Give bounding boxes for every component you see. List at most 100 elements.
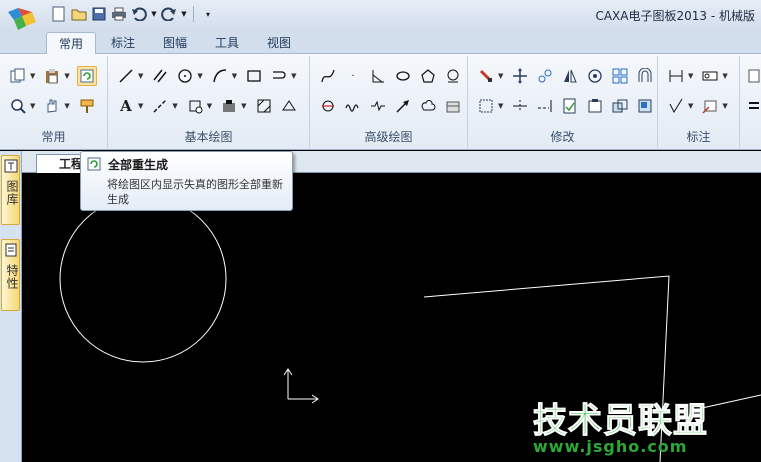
ellipse-icon[interactable] <box>393 66 413 86</box>
angle-line-icon[interactable] <box>368 66 388 86</box>
open-folder-icon[interactable] <box>70 5 88 23</box>
chevron-down-icon[interactable]: ▼ <box>207 102 212 110</box>
pan-icon[interactable] <box>42 96 62 116</box>
watermark-url: www.jsgho.com <box>533 437 688 456</box>
zoom-icon[interactable] <box>8 96 28 116</box>
offset-icon[interactable] <box>635 66 655 86</box>
polyline-icon[interactable] <box>269 66 289 86</box>
break-line-icon[interactable] <box>368 96 388 116</box>
hole-axis-icon[interactable] <box>443 66 463 86</box>
dock-properties-button[interactable]: 特性 <box>1 239 20 311</box>
text-icon[interactable]: A <box>116 96 136 116</box>
chevron-down-icon[interactable]: ▼ <box>64 72 69 80</box>
hatch-icon[interactable] <box>254 96 274 116</box>
chevron-down-icon[interactable]: ▼ <box>688 72 693 80</box>
redo-dropdown-icon[interactable]: ▼ <box>180 5 188 23</box>
chevron-down-icon[interactable]: ▼ <box>138 72 143 80</box>
tolerance-icon[interactable] <box>700 66 720 86</box>
rectangle-icon[interactable] <box>244 66 264 86</box>
save-icon[interactable] <box>90 5 108 23</box>
copy-select-icon[interactable] <box>535 66 555 86</box>
arrow-icon[interactable] <box>393 96 413 116</box>
watermark-title: 技术员联盟 <box>533 401 708 442</box>
fillet-icon[interactable] <box>610 96 630 116</box>
line-icon[interactable] <box>116 66 136 86</box>
new-file-icon[interactable] <box>50 5 68 23</box>
tab-frame[interactable]: 图幅 <box>152 32 198 54</box>
ribbon-more-icon[interactable] <box>744 66 761 86</box>
parallel-line-icon[interactable] <box>150 66 170 86</box>
undo-dropdown-icon[interactable]: ▼ <box>150 5 158 23</box>
format-painter-icon[interactable] <box>77 96 97 116</box>
chevron-down-icon[interactable]: ▼ <box>688 102 693 110</box>
roughness-icon[interactable] <box>666 96 686 116</box>
rotate-icon[interactable] <box>585 66 605 86</box>
left-dock: 图库 特性 <box>0 151 22 462</box>
mirror-icon[interactable] <box>560 66 580 86</box>
arc-icon[interactable] <box>210 66 230 86</box>
chevron-down-icon[interactable]: ▼ <box>197 72 202 80</box>
chevron-down-icon[interactable]: ▼ <box>172 102 177 110</box>
chevron-down-icon[interactable]: ▼ <box>64 102 69 110</box>
undo-icon[interactable] <box>130 5 148 23</box>
move-icon[interactable] <box>510 66 530 86</box>
group-label-dimension: 标注 <box>686 130 711 144</box>
redo-icon[interactable] <box>160 5 178 23</box>
dock-library-label: 图库 <box>5 180 19 206</box>
chevron-down-icon[interactable]: ▼ <box>291 72 296 80</box>
chevron-down-icon[interactable]: ▼ <box>722 72 727 80</box>
regenerate-all-icon[interactable] <box>76 66 97 86</box>
print-icon[interactable] <box>110 5 128 23</box>
circle-icon[interactable] <box>175 66 195 86</box>
block-icon[interactable] <box>185 96 205 116</box>
trim-icon[interactable] <box>510 96 530 116</box>
spline-icon[interactable] <box>318 66 338 86</box>
tab-dimension[interactable]: 标注 <box>100 32 146 54</box>
tab-view[interactable]: 视图 <box>256 32 302 54</box>
chevron-down-icon[interactable]: ▼ <box>722 102 727 110</box>
polygon-icon[interactable] <box>418 66 438 86</box>
dock-library-button[interactable]: 图库 <box>1 155 20 225</box>
chevron-down-icon[interactable]: ▼ <box>30 72 35 80</box>
break-icon[interactable] <box>560 96 580 116</box>
group-overflow <box>740 56 761 148</box>
point-icon[interactable]: · <box>343 66 363 86</box>
customize-qat-icon[interactable]: ▾ <box>199 5 217 23</box>
wave-line-icon[interactable] <box>343 96 363 116</box>
group-label-modify: 修改 <box>550 130 575 144</box>
chamfer-icon[interactable] <box>585 96 605 116</box>
contour-icon[interactable] <box>318 96 338 116</box>
menu-lines-icon[interactable] <box>744 96 761 116</box>
chevron-down-icon[interactable]: ▼ <box>241 102 246 110</box>
group-label-basic-draw: 基本绘图 <box>184 130 233 144</box>
chevron-down-icon[interactable]: ▼ <box>138 102 143 110</box>
leader-note-icon[interactable] <box>700 96 720 116</box>
extend-icon[interactable] <box>535 96 555 116</box>
divider <box>193 6 194 22</box>
table-icon[interactable] <box>443 96 463 116</box>
tooltip-title: 全部重生成 <box>108 158 169 172</box>
chevron-down-icon[interactable]: ▼ <box>498 72 503 80</box>
ucs-icon <box>283 368 319 404</box>
stretch-icon[interactable] <box>476 96 496 116</box>
command-tooltip: 全部重生成 将绘图区内显示失真的图形全部重新生成 <box>80 151 293 211</box>
group-advanced-draw: · 高级绘图 <box>310 56 468 148</box>
chevron-down-icon[interactable]: ▼ <box>498 102 503 110</box>
chevron-down-icon[interactable]: ▼ <box>232 72 237 80</box>
explode-icon[interactable] <box>635 96 655 116</box>
regenerate-all-icon <box>87 157 101 171</box>
tab-common[interactable]: 常用 <box>46 32 96 55</box>
array-icon[interactable] <box>610 66 630 86</box>
chevron-down-icon[interactable]: ▼ <box>30 102 35 110</box>
tab-tools[interactable]: 工具 <box>204 32 250 54</box>
erase-icon[interactable] <box>476 66 496 86</box>
copy-icon[interactable] <box>8 66 28 86</box>
circle-entity[interactable] <box>59 195 227 363</box>
insert-image-icon[interactable] <box>219 96 239 116</box>
fill-icon[interactable] <box>279 96 299 116</box>
dimension-icon[interactable] <box>666 66 686 86</box>
paste-icon[interactable] <box>42 66 62 86</box>
centerline-icon[interactable] <box>150 96 170 116</box>
cloud-line-icon[interactable] <box>418 96 438 116</box>
ribbon-tab-bar: 常用 标注 图幅 工具 视图 <box>0 30 761 55</box>
